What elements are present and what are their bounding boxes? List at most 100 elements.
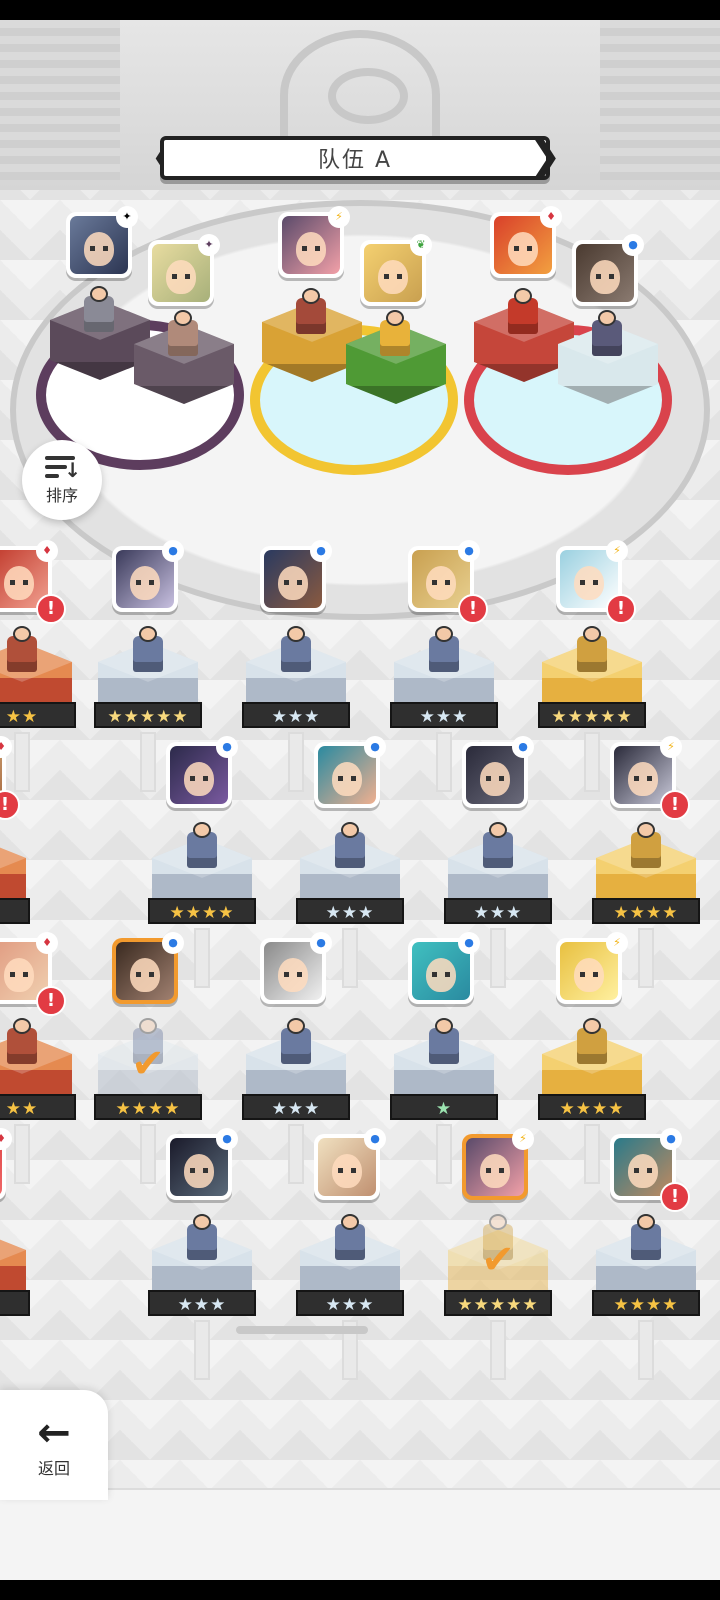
light-element-icon: ⚡	[514, 1130, 532, 1148]
character-face	[170, 746, 228, 804]
team-slot-6-portrait[interactable]: ●	[572, 236, 642, 306]
pedestal-stem	[14, 1124, 30, 1184]
new-alert-icon: !	[606, 594, 636, 624]
star-rating: ★★★	[0, 898, 30, 924]
character-portrait[interactable]: ●	[260, 934, 330, 1004]
team-slot-5-portrait[interactable]: ♦	[490, 208, 560, 278]
pedestal-stem	[490, 1320, 506, 1380]
star-rating: ★★★★	[592, 1290, 700, 1316]
selected-check-icon: ✔	[481, 1237, 515, 1283]
next-team-arrow[interactable]: ❯	[528, 136, 562, 180]
character-portrait[interactable]: ●	[408, 934, 478, 1004]
character-face	[560, 942, 618, 1000]
character-portrait[interactable]: ♦	[0, 1130, 10, 1200]
pedestal-stem	[194, 928, 210, 988]
star-rating: ★★★★★	[538, 702, 646, 728]
roster-sprite	[281, 1018, 311, 1064]
roster-sprite	[577, 626, 607, 672]
sort-label: 排序	[45, 486, 78, 505]
team-select-screen: ❮ 队伍 A ❯ ✦ ✦ ⚡ ❦ ♦ ●	[0, 20, 720, 1580]
water-element-icon: ●	[218, 1130, 236, 1148]
sort-button[interactable]: 排序	[22, 440, 102, 520]
pedestal-stem	[288, 1124, 304, 1184]
water-element-icon: ●	[460, 934, 478, 952]
roster-sprite	[429, 626, 459, 672]
roster-sprite	[577, 1018, 607, 1064]
light-element-icon: ⚡	[608, 542, 626, 560]
water-element-icon: ●	[624, 236, 642, 254]
character-face	[318, 1138, 376, 1196]
pedestal-stem	[436, 732, 452, 792]
star-rating: ★★★	[444, 898, 552, 924]
fire-element-icon: ♦	[38, 542, 56, 560]
water-element-icon: ●	[218, 738, 236, 756]
star-rating: ★★★★	[94, 1094, 202, 1120]
fire-element-icon: ♦	[0, 1130, 10, 1148]
character-face	[116, 550, 174, 608]
star-rating: ★★★	[148, 1290, 256, 1316]
character-portrait[interactable]: ●	[166, 1130, 236, 1200]
pedestal-stem	[584, 1124, 600, 1184]
dark-element-icon: ✦	[200, 236, 218, 254]
team-slot-2-sprite	[168, 310, 198, 356]
character-portrait[interactable]: ●	[314, 738, 384, 808]
roster-sprite	[631, 822, 661, 868]
roster-sprite	[7, 626, 37, 672]
fire-element-icon: ♦	[38, 934, 56, 952]
light-element-icon: ⚡	[662, 738, 680, 756]
character-portrait[interactable]: ●	[112, 542, 182, 612]
roster-sprite	[133, 626, 163, 672]
roster-sprite	[7, 1018, 37, 1064]
character-face	[264, 550, 322, 608]
character-portrait[interactable]: ●	[260, 542, 330, 612]
pedestal-stem	[14, 732, 30, 792]
character-face	[170, 1138, 228, 1196]
bottom-bar	[0, 1488, 720, 1580]
water-element-icon: ●	[164, 542, 182, 560]
water-element-icon: ●	[164, 934, 182, 952]
pedestal-stem	[342, 928, 358, 988]
new-alert-icon: !	[36, 594, 66, 624]
star-rating: ★★	[0, 1094, 76, 1120]
character-portrait[interactable]: ●	[462, 738, 532, 808]
team-slot-1-sprite	[84, 286, 114, 332]
new-alert-icon: !	[660, 790, 690, 820]
water-element-icon: ●	[366, 738, 384, 756]
star-rating: ★★★★★	[94, 702, 202, 728]
team-slot-4-portrait[interactable]: ❦	[360, 236, 430, 306]
character-portrait[interactable]: ●	[166, 738, 236, 808]
team-slot-1-portrait[interactable]: ✦	[66, 208, 136, 278]
pedestal-stem	[490, 928, 506, 988]
pedestal-stem	[140, 1124, 156, 1184]
new-alert-icon: !	[660, 1182, 690, 1212]
pedestal-stem	[140, 732, 156, 792]
water-element-icon: ●	[460, 542, 478, 560]
roster-sprite	[429, 1018, 459, 1064]
team-slot-2-portrait[interactable]: ✦	[148, 236, 218, 306]
team-slot-3-portrait[interactable]: ⚡	[278, 208, 348, 278]
star-rating: ★	[390, 1094, 498, 1120]
water-element-icon: ●	[662, 1130, 680, 1148]
roster-sprite	[631, 1214, 661, 1260]
roster-sprite	[187, 822, 217, 868]
roster-sprite	[187, 1214, 217, 1260]
team-slot-5-sprite	[508, 288, 538, 334]
character-portrait[interactable]: ⚡	[462, 1130, 532, 1200]
pedestal-stem	[584, 732, 600, 792]
character-portrait[interactable]: ●	[112, 934, 182, 1004]
star-rating: ★	[0, 1290, 30, 1316]
character-face	[264, 942, 322, 1000]
pedestal-stem	[638, 928, 654, 988]
new-alert-icon: !	[458, 594, 488, 624]
back-button[interactable]: ← 返回	[0, 1390, 108, 1500]
pedestal-stem	[436, 1124, 452, 1184]
scroll-handle[interactable]	[236, 1326, 368, 1334]
character-face	[466, 746, 524, 804]
water-element-icon: ●	[312, 542, 330, 560]
earth-element-icon: ❦	[412, 236, 430, 254]
star-rating: ★★★★	[538, 1094, 646, 1120]
star-rating: ★★	[0, 702, 76, 728]
character-portrait[interactable]: ⚡	[556, 934, 626, 1004]
team-slot-6-sprite	[592, 310, 622, 356]
character-portrait[interactable]: ●	[314, 1130, 384, 1200]
